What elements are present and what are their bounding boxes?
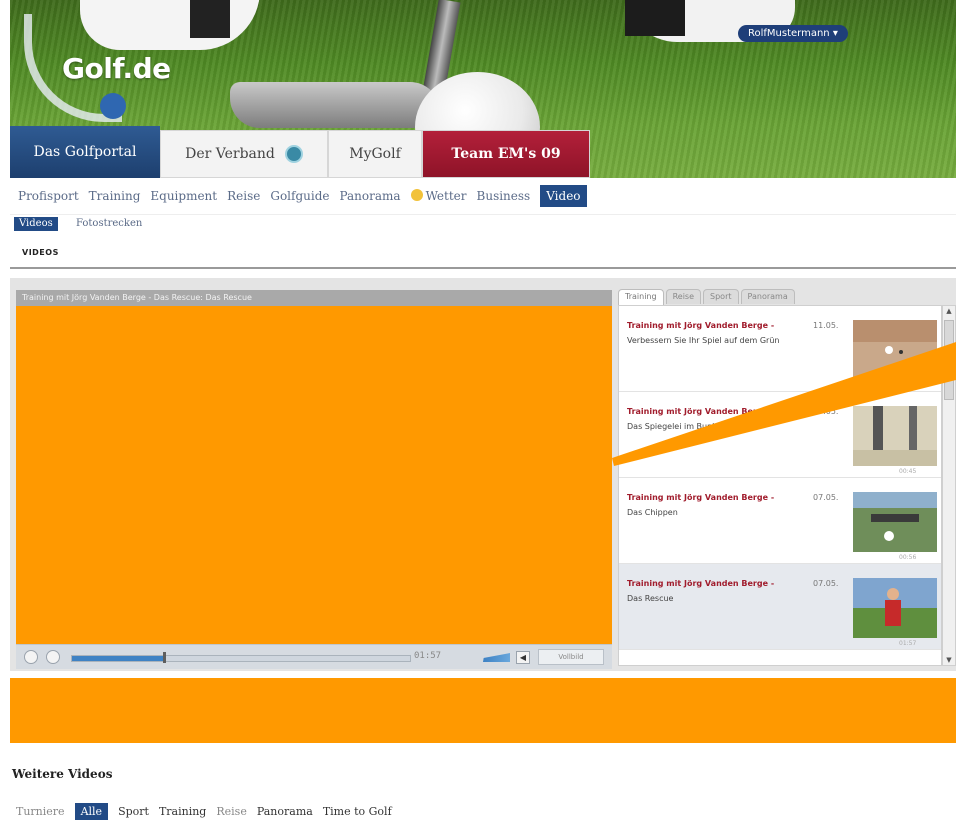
item-date: 07.05. (813, 579, 839, 588)
list-item[interactable]: Training mit Jörg Vanden Berge - 07.05. … (619, 478, 941, 564)
site-logo[interactable]: Golf.de (62, 52, 171, 85)
fullscreen-button[interactable]: Vollbild (538, 649, 604, 665)
nav-panorama[interactable]: Panorama (339, 185, 400, 207)
logo-dot (100, 93, 126, 119)
item-date: 07.05. (813, 407, 839, 416)
user-menu-button[interactable]: RolfMustermann ▾ (738, 25, 848, 42)
scroll-up-icon[interactable]: ▲ (943, 306, 955, 316)
list-item[interactable]: Training mit Jörg Vanden Berge - 11.05. … (619, 306, 941, 392)
nav-golfguide[interactable]: Golfguide (270, 185, 329, 207)
tab-turniere[interactable]: Turniere (16, 805, 65, 818)
item-date: 07.05. (813, 493, 839, 502)
tab-sport[interactable]: Sport (118, 805, 149, 818)
progress-knob[interactable] (163, 652, 166, 663)
scroll-down-icon[interactable]: ▼ (943, 655, 955, 665)
volume-slider[interactable] (462, 653, 510, 662)
nav-fotostrecken[interactable]: Fotostrecken (76, 217, 142, 231)
list-item[interactable]: Training mit Jörg Vanden Berge - 07.05. … (619, 564, 941, 650)
golf-club-image (230, 82, 440, 128)
tab-sport[interactable]: Sport (703, 289, 739, 304)
item-duration: 00:45 (899, 468, 917, 475)
nav-video[interactable]: Video (540, 185, 587, 207)
item-desc: Das Chippen (627, 508, 678, 517)
video-category-tabs: Training Reise Sport Panorama (618, 289, 795, 306)
tab-panorama[interactable]: Panorama (740, 289, 795, 304)
item-title: Training mit Jörg Vanden Berge - (627, 407, 775, 416)
nav-videos[interactable]: Videos (14, 217, 58, 231)
nav-business[interactable]: Business (477, 185, 531, 207)
more-videos-tabs: Turniere Alle Sport Training Reise Panor… (10, 797, 956, 825)
list-item[interactable]: Training mit Jörg Vanden Berge - 07.05. … (619, 392, 941, 478)
tab-training[interactable]: Training (159, 805, 206, 818)
tertiary-nav: Videos Fotostrecken (10, 214, 956, 236)
item-duration: 00:56 (899, 554, 917, 561)
tab-alle[interactable]: Alle (74, 802, 109, 820)
page-edge (0, 0, 10, 832)
item-title: Training mit Jörg Vanden Berge - (627, 321, 775, 330)
section-title: VIDEOS (22, 248, 59, 257)
item-desc: Verbessern Sie Ihr Spiel auf dem Grün (627, 336, 780, 345)
video-thumbnail[interactable] (853, 578, 937, 638)
scroll-thumb[interactable] (944, 320, 954, 400)
ad-banner[interactable] (10, 678, 956, 743)
time-label: 01:57 (414, 651, 442, 661)
nav-profisport[interactable]: Profisport (18, 185, 79, 207)
tab-panorama[interactable]: Panorama (257, 805, 313, 818)
progress-bar[interactable] (71, 655, 411, 662)
tab-team-em[interactable]: Team EM's 09 (422, 130, 590, 178)
video-screen[interactable] (16, 306, 612, 644)
tab-verband[interactable]: Der Verband (160, 130, 328, 178)
item-title: Training mit Jörg Vanden Berge - (627, 579, 775, 588)
item-desc: Das Rescue (627, 594, 674, 603)
tab-time-to-golf[interactable]: Time to Golf (323, 805, 392, 818)
video-list: Training mit Jörg Vanden Berge - 11.05. … (618, 305, 942, 666)
video-thumbnail[interactable] (853, 406, 937, 466)
video-list-scrollbar[interactable]: ▲ ▼ (942, 305, 956, 666)
item-title: Training mit Jörg Vanden Berge - (627, 493, 775, 502)
player-titlebar: Training mit Jörg Vanden Berge - Das Res… (16, 290, 612, 306)
more-videos-title: Weitere Videos (12, 767, 113, 781)
item-desc: Das Spiegelei im Bunker (627, 422, 725, 431)
nav-reise[interactable]: Reise (227, 185, 260, 207)
player-controls: 01:57 ◀ Vollbild (16, 644, 612, 669)
video-thumbnail[interactable] (853, 320, 937, 380)
main-tabs: Das Golfportal Der Verband MyGolf Team E… (10, 126, 590, 178)
verband-badge-icon (284, 145, 303, 163)
player-title: Training mit Jörg Vanden Berge - Das Res… (22, 293, 252, 302)
speaker-icon[interactable]: ◀ (516, 651, 530, 664)
play-icon[interactable] (24, 650, 38, 664)
item-date: 11.05. (813, 321, 839, 330)
progress-fill (72, 656, 164, 661)
weather-sun-icon (410, 189, 423, 201)
tab-mygolf[interactable]: MyGolf (328, 130, 422, 178)
item-duration: 01:57 (899, 640, 917, 647)
nav-wetter[interactable]: Wetter (410, 185, 467, 207)
nav-equipment[interactable]: Equipment (150, 185, 217, 207)
divider (10, 267, 956, 269)
tab-reise[interactable]: Reise (665, 289, 702, 304)
video-thumbnail[interactable] (853, 492, 937, 552)
nav-training[interactable]: Training (89, 185, 141, 207)
tab-training[interactable]: Training (618, 289, 664, 306)
tab-golfportal[interactable]: Das Golfportal (10, 126, 160, 178)
sub-nav: Profisport Training Equipment Reise Golf… (10, 178, 956, 215)
stop-icon[interactable] (46, 650, 60, 664)
tab-reise[interactable]: Reise (216, 805, 246, 818)
